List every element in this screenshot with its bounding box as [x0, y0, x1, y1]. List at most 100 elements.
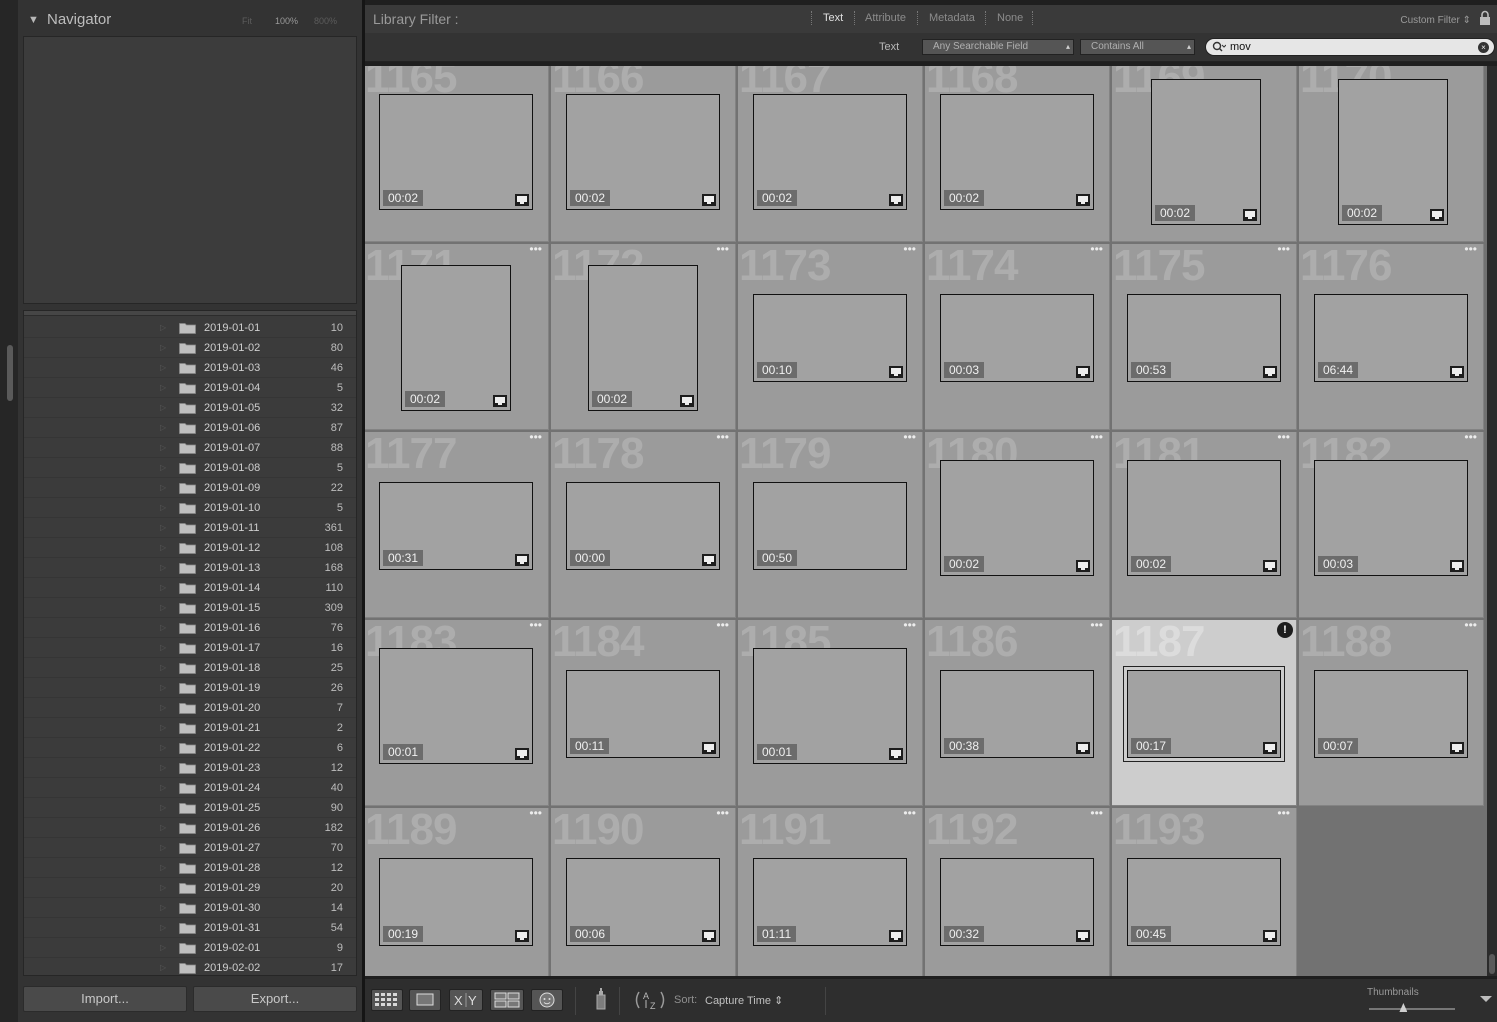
- video-badge-icon[interactable]: [702, 194, 716, 206]
- more-options-icon[interactable]: •••: [529, 620, 542, 632]
- grid-cell[interactable]: 1191 ••• 01:11: [738, 808, 923, 976]
- lock-icon[interactable]: [1479, 10, 1491, 26]
- grid-cell[interactable]: 1187! 00:17: [1112, 620, 1297, 806]
- more-options-icon[interactable]: •••: [1090, 66, 1103, 68]
- folder-row[interactable]: ▷ 2019-01-19 26: [24, 678, 356, 698]
- filter-tab-attribute[interactable]: Attribute: [865, 12, 906, 24]
- disclosure-triangle-icon[interactable]: ▷: [160, 703, 166, 712]
- video-thumbnail[interactable]: 00:19: [379, 858, 533, 946]
- video-thumbnail[interactable]: 00:45: [1127, 858, 1281, 946]
- disclosure-triangle-icon[interactable]: ▷: [160, 363, 166, 372]
- more-options-icon[interactable]: •••: [1090, 808, 1103, 820]
- video-badge-icon[interactable]: [702, 742, 716, 754]
- grid-cell[interactable]: 1167•••00:02: [738, 66, 923, 242]
- folder-row[interactable]: ▷ 2019-01-17 16: [24, 638, 356, 658]
- video-badge-icon[interactable]: [1076, 930, 1090, 942]
- disclosure-triangle-icon[interactable]: ▷: [160, 883, 166, 892]
- folder-row[interactable]: ▷ 2019-01-23 12: [24, 758, 356, 778]
- people-view-button[interactable]: [531, 989, 563, 1011]
- video-thumbnail[interactable]: 00:02: [566, 94, 720, 210]
- video-thumbnail[interactable]: 00:02: [753, 94, 907, 210]
- collapse-triangle-icon[interactable]: ▼: [28, 14, 39, 26]
- video-thumbnail[interactable]: 00:32: [940, 858, 1094, 946]
- import-button[interactable]: Import...: [23, 986, 187, 1012]
- video-badge-icon[interactable]: [889, 366, 903, 378]
- folder-row[interactable]: ▷ 2019-01-18 25: [24, 658, 356, 678]
- toolbar-menu-chevron-icon[interactable]: [1478, 993, 1494, 1005]
- grid-cell[interactable]: 1193 ••• 00:45: [1112, 808, 1297, 976]
- folder-row[interactable]: ▷ 2019-01-07 88: [24, 438, 356, 458]
- folder-row[interactable]: ▷ 2019-01-20 7: [24, 698, 356, 718]
- video-badge-icon[interactable]: [1450, 742, 1464, 754]
- grid-cell[interactable]: 1175 ••• 00:53: [1112, 244, 1297, 430]
- folder-row[interactable]: ▷ 2019-01-14 110: [24, 578, 356, 598]
- video-badge-icon[interactable]: [889, 748, 903, 760]
- folder-row[interactable]: ▷ 2019-01-24 40: [24, 778, 356, 798]
- video-badge-icon[interactable]: [515, 554, 529, 566]
- grid-cell[interactable]: 1186 ••• 00:38: [925, 620, 1110, 806]
- more-options-icon[interactable]: •••: [1277, 66, 1290, 68]
- disclosure-triangle-icon[interactable]: ▷: [160, 563, 166, 572]
- video-thumbnail[interactable]: 00:07: [1314, 670, 1468, 758]
- video-badge-icon[interactable]: [702, 930, 716, 942]
- disclosure-triangle-icon[interactable]: ▷: [160, 763, 166, 772]
- disclosure-triangle-icon[interactable]: ▷: [160, 683, 166, 692]
- video-badge-icon[interactable]: [1263, 366, 1277, 378]
- grid-scrollbar[interactable]: [1487, 66, 1497, 976]
- disclosure-triangle-icon[interactable]: ▷: [160, 463, 166, 472]
- zoom-800-option[interactable]: 800%: [314, 16, 337, 26]
- search-input[interactable]: [1230, 40, 1470, 54]
- video-thumbnail[interactable]: 00:00: [566, 482, 720, 570]
- video-thumbnail[interactable]: 00:17: [1127, 670, 1281, 758]
- filter-preset-dropdown[interactable]: Custom Filter ⇕: [1400, 15, 1471, 26]
- more-options-icon[interactable]: •••: [1464, 66, 1477, 68]
- folder-row[interactable]: ▷ 2019-01-08 5: [24, 458, 356, 478]
- more-options-icon[interactable]: •••: [716, 808, 729, 820]
- spray-can-icon[interactable]: [594, 987, 608, 1011]
- zoom-fit-option[interactable]: Fit: [242, 16, 252, 26]
- search-icon[interactable]: [1212, 41, 1226, 53]
- video-thumbnail[interactable]: 00:06: [566, 858, 720, 946]
- folder-row[interactable]: ▷ 2019-01-22 6: [24, 738, 356, 758]
- filter-tab-none[interactable]: None: [997, 12, 1023, 24]
- more-options-icon[interactable]: •••: [529, 432, 542, 444]
- grid-cell[interactable]: 1165•••00:02: [365, 66, 549, 242]
- video-badge-icon[interactable]: [1263, 742, 1277, 754]
- match-rule-dropdown[interactable]: Contains All ▴: [1080, 39, 1195, 55]
- video-thumbnail[interactable]: 00:01: [753, 648, 907, 764]
- more-options-icon[interactable]: •••: [1090, 620, 1103, 632]
- disclosure-triangle-icon[interactable]: ▷: [160, 723, 166, 732]
- video-badge-icon[interactable]: [1430, 209, 1444, 221]
- video-badge-icon[interactable]: [1076, 560, 1090, 572]
- video-badge-icon[interactable]: [1450, 560, 1464, 572]
- folder-row[interactable]: ▷ 2019-01-15 309: [24, 598, 356, 618]
- disclosure-triangle-icon[interactable]: ▷: [160, 803, 166, 812]
- disclosure-triangle-icon[interactable]: ▷: [160, 963, 166, 972]
- video-thumbnail[interactable]: 00:02: [1338, 79, 1448, 225]
- disclosure-triangle-icon[interactable]: ▷: [160, 663, 166, 672]
- disclosure-triangle-icon[interactable]: ▷: [160, 743, 166, 752]
- folder-row[interactable]: ▷ 2019-01-12 108: [24, 538, 356, 558]
- folder-row[interactable]: ▷ 2019-01-21 2: [24, 718, 356, 738]
- grid-cell[interactable]: 1166•••00:02: [551, 66, 736, 242]
- thumbnail-size-slider[interactable]: [1369, 1008, 1455, 1010]
- left-panel-scroll-grip[interactable]: [7, 345, 13, 401]
- sort-direction-icon[interactable]: A Z: [633, 988, 667, 1012]
- more-options-icon[interactable]: •••: [903, 620, 916, 632]
- more-options-icon[interactable]: •••: [1090, 432, 1103, 444]
- disclosure-triangle-icon[interactable]: ▷: [160, 903, 166, 912]
- disclosure-triangle-icon[interactable]: ▷: [160, 923, 166, 932]
- video-badge-icon[interactable]: [1450, 366, 1464, 378]
- video-thumbnail[interactable]: 00:31: [379, 482, 533, 570]
- filter-tab-metadata[interactable]: Metadata: [929, 12, 975, 24]
- grid-cell[interactable]: 1172•••00:02: [551, 244, 736, 430]
- disclosure-triangle-icon[interactable]: ▷: [160, 943, 166, 952]
- more-options-icon[interactable]: •••: [1464, 244, 1477, 256]
- video-thumbnail[interactable]: 00:02: [379, 94, 533, 210]
- video-thumbnail[interactable]: 00:53: [1127, 294, 1281, 382]
- disclosure-triangle-icon[interactable]: ▷: [160, 843, 166, 852]
- folder-row[interactable]: ▷ 2019-01-11 361: [24, 518, 356, 538]
- more-options-icon[interactable]: •••: [1277, 808, 1290, 820]
- grid-cell[interactable]: 1170•••00:02: [1299, 66, 1484, 242]
- more-options-icon[interactable]: •••: [716, 620, 729, 632]
